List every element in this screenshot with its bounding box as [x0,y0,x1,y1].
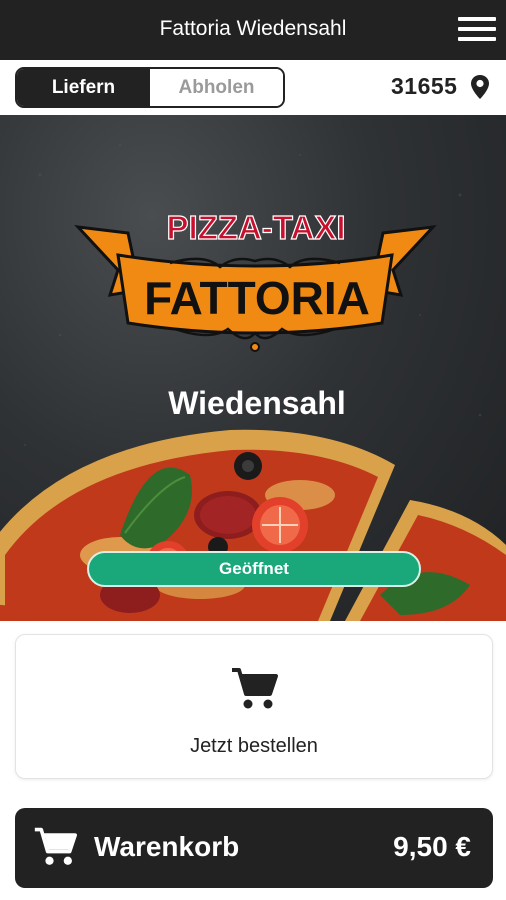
zip-code[interactable]: 31655 [391,73,457,100]
delivery-mode-toggle: Liefern Abholen [15,67,285,108]
cart-icon [232,668,278,709]
cart-total: 9,50 € [393,831,471,862]
logo-banner-text: FATTORIA [144,272,370,324]
app-bar: Fattoria Wiedensahl [0,0,506,60]
order-now-card[interactable]: Jetzt bestellen [15,634,493,779]
menu-line [458,37,496,41]
hero-illustration: PIZZA-TAXI FATTORIA Wiedensahl [0,144,506,621]
hero-banner: PIZZA-TAXI FATTORIA Wiedensahl [0,115,506,621]
map-pin-icon[interactable] [470,74,490,100]
delivery-option-abholen[interactable]: Abholen [150,69,283,106]
cart-icon [34,827,77,865]
menu-line [458,17,496,21]
delivery-row: Liefern Abholen 31655 [0,60,506,115]
hamburger-menu-icon[interactable] [458,15,496,45]
restaurant-logo: PIZZA-TAXI FATTORIA Wiedensahl [74,208,437,421]
cart-label: Warenkorb [94,831,240,862]
cart-button[interactable]: Warenkorb 9,50 € [15,808,493,888]
order-now-label: Jetzt bestellen [190,735,318,757]
logo-top-text: PIZZA-TAXI [166,209,345,246]
app-title: Fattoria Wiedensahl [159,17,347,40]
logo-subtitle: Wiedensahl [168,385,346,421]
pizza-image [0,429,506,621]
delivery-option-liefern[interactable]: Liefern [17,69,150,106]
menu-line [458,27,496,31]
open-status-badge: Geöffnet [87,551,421,587]
